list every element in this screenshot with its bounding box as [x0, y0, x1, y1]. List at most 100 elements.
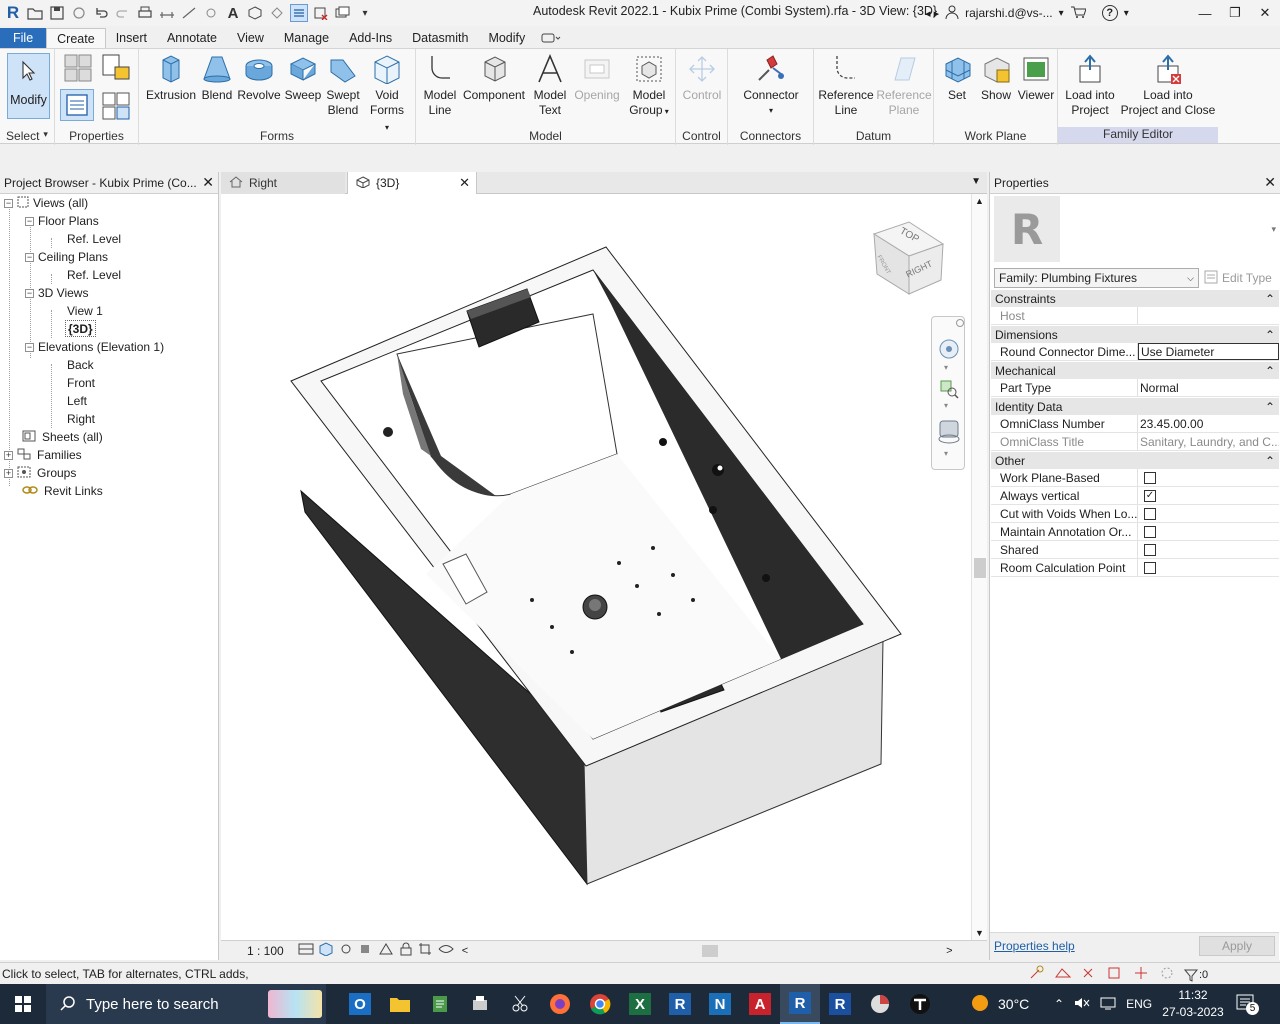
temperature[interactable]: 30°C	[998, 996, 1029, 1012]
tree-revit-links[interactable]: Revit Links	[22, 482, 103, 500]
taskbar-revit-viewer[interactable]: R	[820, 984, 860, 1024]
language-indicator[interactable]: ENG	[1126, 997, 1152, 1011]
tab-datasmith[interactable]: Datasmith	[402, 28, 478, 48]
tree-ceiling-plan-ref-level[interactable]: Ref. Level	[67, 266, 121, 284]
tabs-dropdown-icon[interactable]: ▼	[971, 176, 981, 187]
select-pinned-icon[interactable]	[1080, 965, 1098, 984]
drag-on-selection-icon[interactable]	[1132, 965, 1150, 984]
viewer-button[interactable]: Viewer	[1016, 53, 1056, 103]
windows-start-button[interactable]	[0, 984, 46, 1024]
user-icon[interactable]	[945, 5, 959, 22]
cart-icon[interactable]	[1070, 5, 1087, 22]
tag-icon[interactable]	[202, 4, 220, 22]
open-icon[interactable]	[26, 4, 44, 22]
tree-families[interactable]: + Families	[4, 446, 82, 464]
minimize-button[interactable]: —	[1190, 0, 1220, 26]
info-center-arrows-icon[interactable]: ◂ ▸	[925, 7, 939, 20]
tree-elevation-back[interactable]: Back	[67, 356, 94, 374]
taskbar-autocad[interactable]: A	[740, 984, 780, 1024]
sync-icon[interactable]	[70, 4, 88, 22]
default-3d-view-icon[interactable]	[246, 4, 264, 22]
view-cube[interactable]: TOP RIGHT FRONT	[869, 216, 949, 296]
switch-windows-icon[interactable]	[334, 4, 352, 22]
background-process-icon[interactable]	[1158, 965, 1176, 984]
group-constraints[interactable]: Constraints ⌃	[991, 290, 1279, 307]
zoom-region-icon[interactable]	[939, 379, 959, 402]
revolve-button[interactable]: Revolve	[237, 53, 281, 103]
family-types-icon[interactable]	[101, 53, 133, 86]
load-into-project-and-close-button[interactable]: Load into Project and Close	[1118, 53, 1218, 118]
taskbar-chrome[interactable]	[580, 984, 620, 1024]
modify-button[interactable]: Modify	[7, 53, 50, 119]
notifications-button[interactable]: 5	[1236, 994, 1259, 1017]
steering-wheel-chevron-down-icon[interactable]: ▾	[944, 363, 948, 372]
show-rendering-icon[interactable]	[378, 942, 394, 959]
network-icon[interactable]	[1100, 996, 1116, 1013]
prop-value-dropdown[interactable]: Use Diameter	[1138, 343, 1279, 360]
ribbon-minimize-toggle[interactable]	[535, 28, 567, 48]
bathtub-model-render[interactable]	[221, 194, 987, 940]
reference-plane-button[interactable]: Reference Plane	[876, 53, 932, 118]
model-text-button[interactable]: Model Text	[528, 53, 572, 118]
weather-sun-icon[interactable]	[970, 993, 990, 1016]
select-links-icon[interactable]	[1028, 965, 1046, 984]
maintain-annotation-checkbox[interactable]	[1144, 525, 1156, 538]
load-into-project-button[interactable]: Load into Project	[1062, 53, 1118, 118]
tree-elevation-right[interactable]: Right	[67, 410, 95, 428]
scroll-up-icon[interactable]: ▲	[975, 196, 984, 206]
select-by-face-icon[interactable]	[1106, 965, 1124, 984]
reference-line-button[interactable]: Reference Line	[818, 53, 874, 118]
group-dimensions[interactable]: Dimensions ⌃	[991, 326, 1279, 343]
type-selector-dropdown[interactable]: Family: Plumbing Fixtures ⌵	[994, 268, 1199, 288]
orbit-icon[interactable]	[937, 417, 961, 448]
scroll-down-icon[interactable]: ▼	[975, 928, 984, 938]
steering-wheel-icon[interactable]	[937, 337, 961, 364]
tab-3d-view[interactable]: {3D} ✕	[347, 172, 477, 194]
temporary-hide-icon[interactable]	[438, 942, 454, 959]
tab-annotate[interactable]: Annotate	[157, 28, 227, 48]
revit-logo-icon[interactable]: R	[2, 2, 24, 24]
tray-chevron-up-icon[interactable]: ⌃	[1054, 997, 1064, 1011]
viewport-horizontal-scrollbar[interactable]	[472, 944, 942, 957]
shadows-icon[interactable]	[358, 942, 374, 959]
tab-insert[interactable]: Insert	[106, 28, 157, 48]
volume-muted-icon[interactable]	[1074, 996, 1090, 1013]
type-selector-scroll-icon[interactable]: ▾	[1271, 224, 1276, 235]
thin-lines-icon[interactable]	[290, 4, 308, 22]
type-properties-icon[interactable]	[101, 91, 133, 124]
print-icon[interactable]	[136, 4, 154, 22]
viewport-vertical-scrollbar[interactable]: ▲ ▼	[971, 194, 987, 940]
user-name[interactable]: rajarshi.d@vs-...	[965, 6, 1053, 20]
taskbar-search-box[interactable]: Type here to search	[46, 984, 326, 1024]
properties-close-icon[interactable]: ✕	[1264, 174, 1276, 191]
tab-manage[interactable]: Manage	[274, 28, 339, 48]
room-calculation-point-checkbox[interactable]	[1144, 561, 1156, 574]
scroll-left-icon[interactable]: <	[462, 945, 468, 957]
tree-groups[interactable]: + Groups	[4, 464, 76, 482]
collapse-icon[interactable]: −	[25, 288, 34, 298]
crop-view-icon[interactable]	[418, 942, 434, 959]
work-plane-based-checkbox[interactable]	[1144, 471, 1156, 484]
aligned-dimension-icon[interactable]	[180, 4, 198, 22]
sun-path-icon[interactable]	[338, 942, 354, 959]
collapse-icon[interactable]: −	[4, 198, 13, 208]
visual-style-icon[interactable]	[318, 942, 334, 959]
always-vertical-checkbox[interactable]: ✓	[1144, 489, 1156, 502]
zoom-chevron-down-icon[interactable]: ▾	[944, 401, 948, 410]
tab-close-icon[interactable]: ✕	[459, 175, 470, 191]
tree-views-all[interactable]: − Views (all)	[4, 194, 88, 212]
help-chevron-down-icon[interactable]: ▾	[1124, 8, 1129, 19]
nav-bar-close-icon[interactable]	[956, 319, 964, 327]
taskbar-outlook[interactable]: O	[340, 984, 380, 1024]
family-category-parameters-icon[interactable]	[63, 53, 95, 86]
expand-icon[interactable]: +	[4, 450, 13, 460]
taskbar-app-14[interactable]	[860, 984, 900, 1024]
prop-value[interactable]: Normal	[1138, 379, 1279, 396]
tree-floor-plans[interactable]: − Floor Plans	[25, 212, 99, 230]
3d-viewport[interactable]: TOP RIGHT FRONT ▾ ▾ ▾ ▲ ▼	[221, 194, 987, 940]
tree-ceiling-plans[interactable]: − Ceiling Plans	[25, 248, 108, 266]
extrusion-button[interactable]: Extrusion	[143, 53, 199, 103]
scroll-right-icon[interactable]: >	[946, 945, 952, 957]
select-underlay-icon[interactable]	[1054, 965, 1072, 984]
properties-help-link[interactable]: Properties help	[994, 939, 1075, 953]
